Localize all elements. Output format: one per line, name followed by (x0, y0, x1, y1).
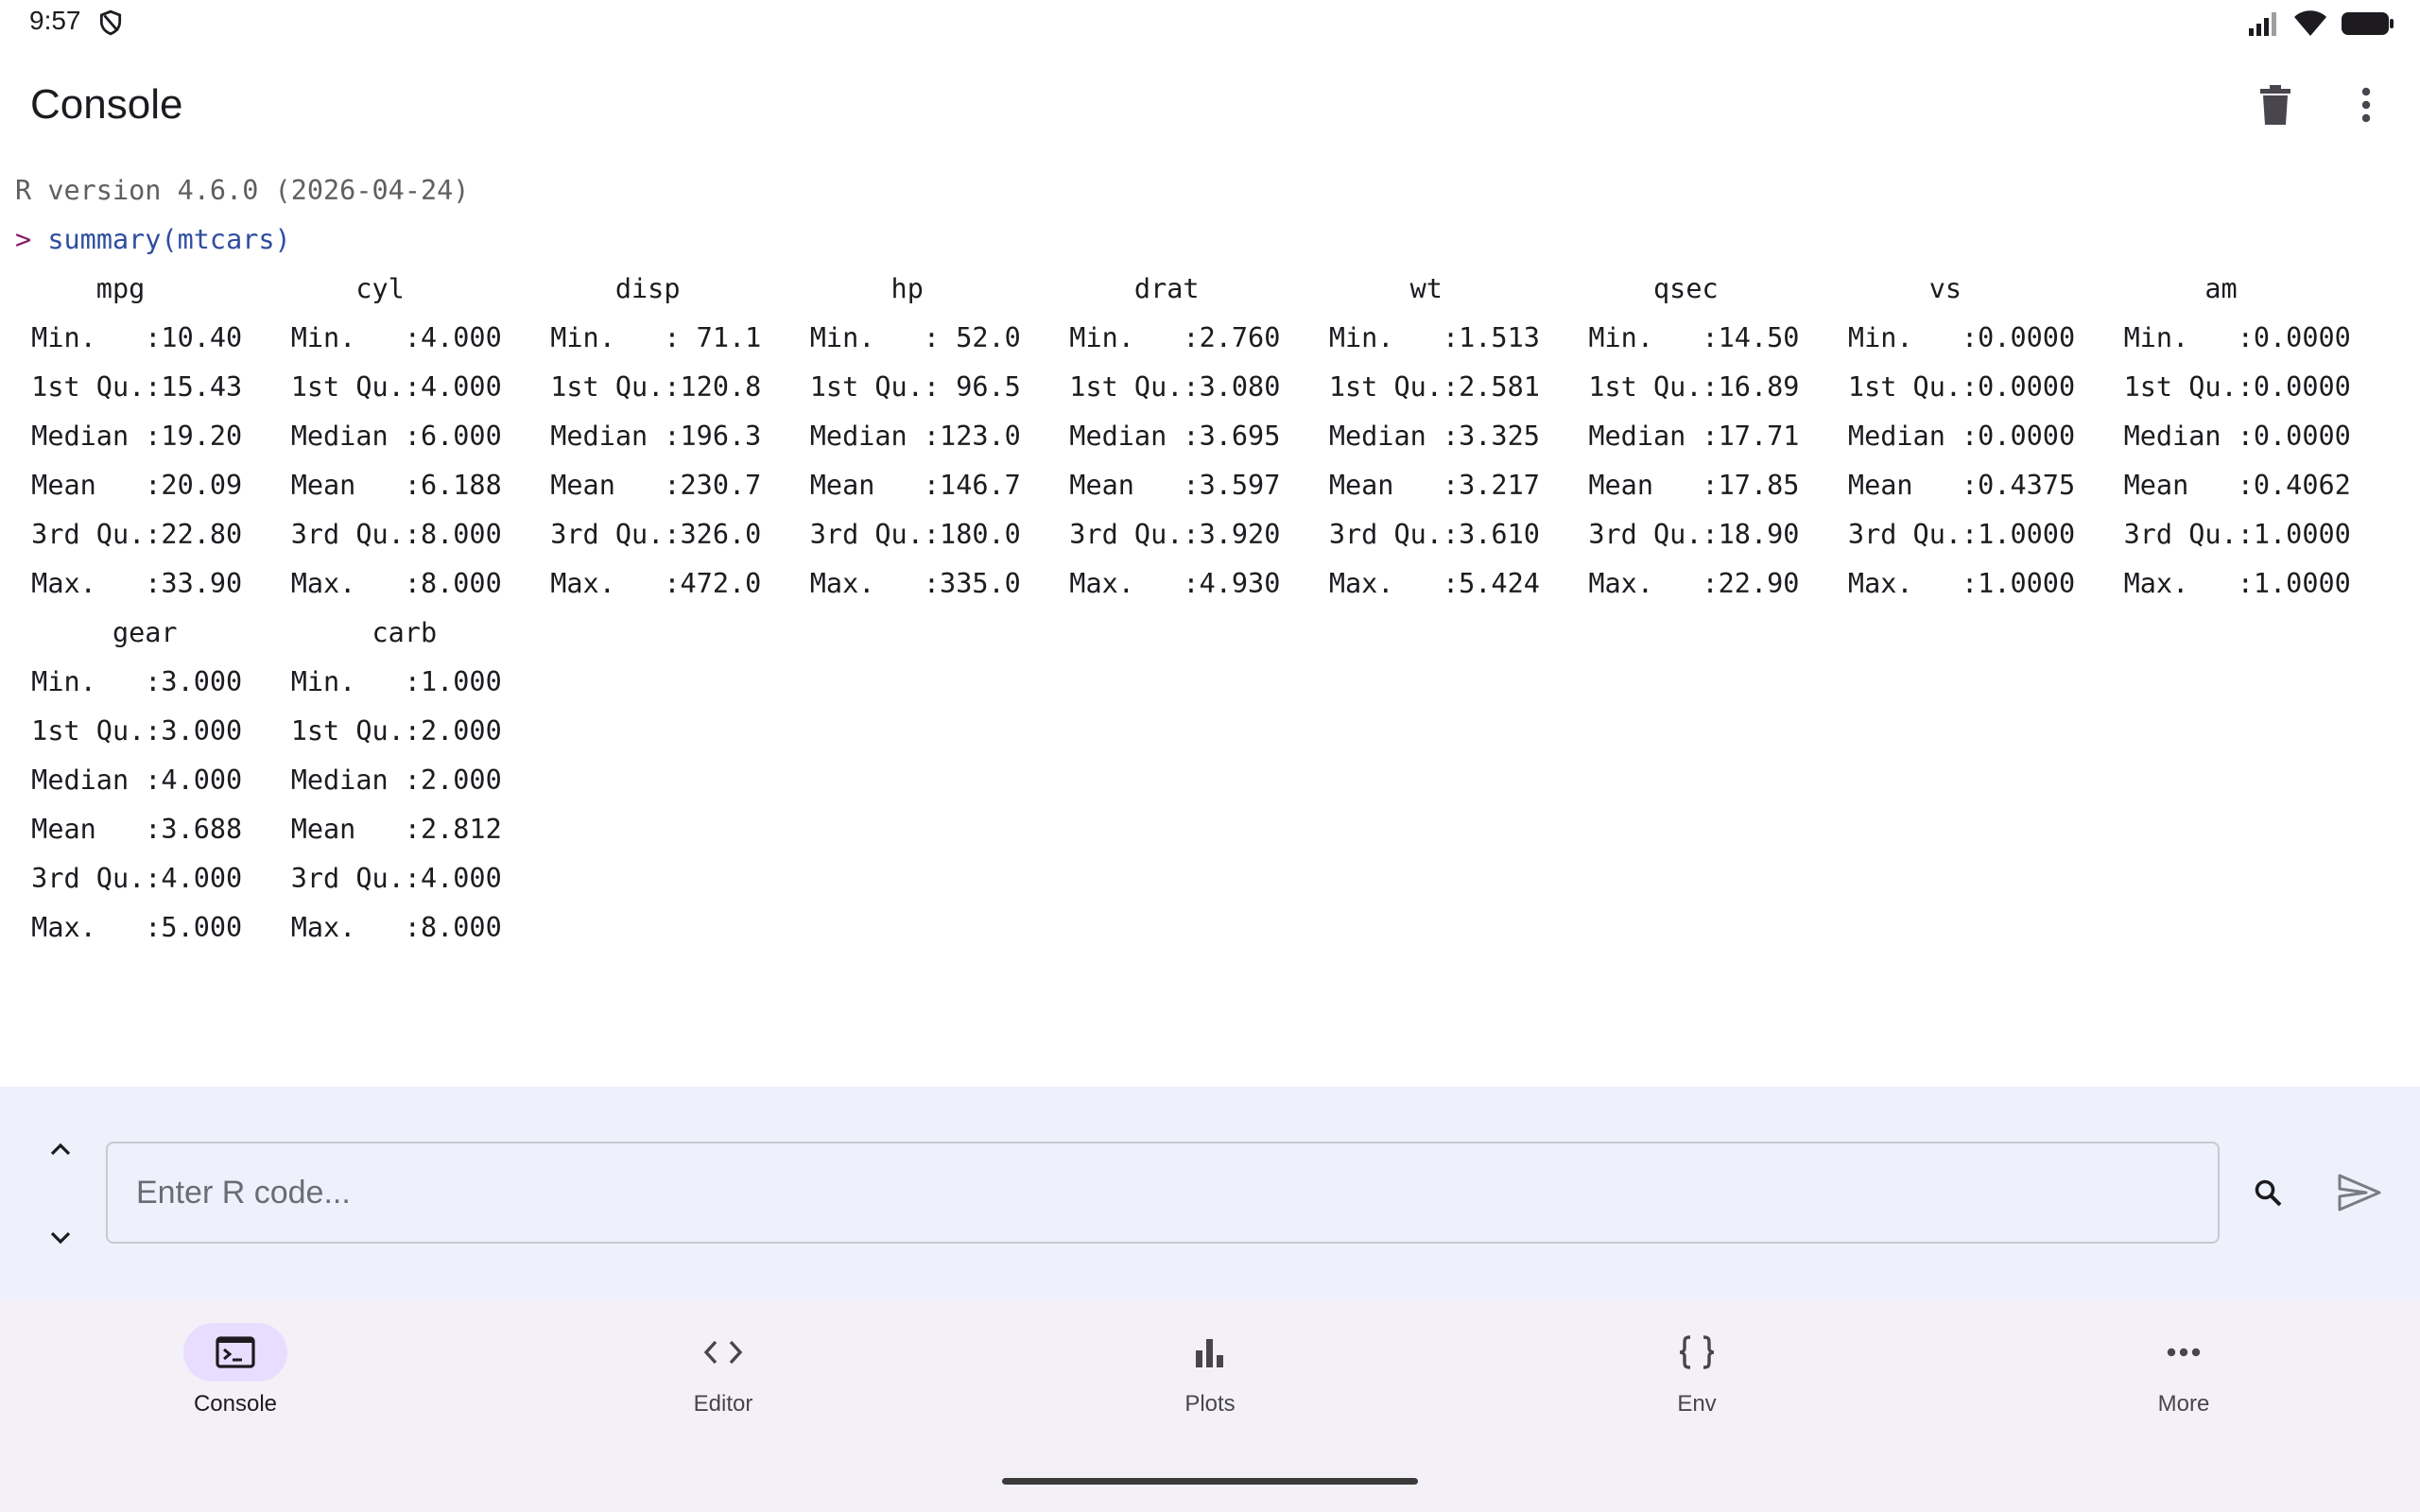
more-horizontal-icon (2167, 1348, 2201, 1357)
output-line: mpg cyl disp hp drat wt qsec vs am (15, 273, 2400, 304)
prompt-symbol: > (15, 224, 32, 255)
output-line: Mean :20.09 Mean :6.188 Mean :230.7 Mean… (15, 470, 2384, 501)
nav-plots[interactable]: Plots (1115, 1323, 1305, 1436)
chevron-up-icon (50, 1143, 71, 1156)
nav-editor[interactable]: Editor (629, 1323, 818, 1436)
nav-more-label: More (2157, 1391, 2210, 1417)
send-button[interactable] (2329, 1162, 2390, 1223)
home-indicator[interactable] (1002, 1478, 1418, 1485)
output-line: Max. :33.90 Max. :8.000 Max. :472.0 Max.… (15, 568, 2384, 599)
output-line: Median :19.20 Median :6.000 Median :196.… (15, 421, 2384, 452)
output-line: 3rd Qu.:4.000 3rd Qu.:4.000 (15, 863, 535, 894)
output-line: 3rd Qu.:22.80 3rd Qu.:8.000 3rd Qu.:326.… (15, 519, 2384, 550)
status-bar: 9:57 (0, 0, 2420, 47)
trash-icon (2260, 85, 2290, 125)
nav-more[interactable]: More (2089, 1323, 2278, 1436)
nav-more-indicator (2132, 1323, 2236, 1382)
code-icon (703, 1340, 743, 1365)
r-code-input[interactable] (106, 1142, 2220, 1244)
top-app-bar: Console (0, 47, 2420, 164)
overflow-menu-button[interactable] (2333, 72, 2399, 138)
console-output: R version 4.6.0 (2026-04-24) > summary(m… (15, 166, 2407, 1083)
nav-editor-indicator (671, 1323, 775, 1382)
battery-icon (2342, 12, 2394, 35)
braces-icon (1679, 1335, 1715, 1369)
console-input-area (0, 1087, 2420, 1300)
send-icon (2338, 1174, 2381, 1211)
shield-icon (99, 9, 122, 36)
signal-icon (2249, 12, 2276, 36)
status-time: 9:57 (29, 6, 81, 35)
nav-editor-label: Editor (693, 1391, 753, 1417)
search-button[interactable] (2240, 1165, 2295, 1220)
output-line: 1st Qu.:15.43 1st Qu.:4.000 1st Qu.:120.… (15, 371, 2384, 403)
search-icon (2255, 1179, 2282, 1207)
nav-plots-indicator (1158, 1323, 1262, 1382)
nav-env[interactable]: Env (1602, 1323, 1791, 1436)
nav-console[interactable]: Console (141, 1323, 330, 1436)
nav-env-indicator (1645, 1323, 1749, 1382)
chevron-down-icon (50, 1231, 71, 1245)
history-down-button[interactable] (36, 1213, 85, 1263)
nav-plots-label: Plots (1184, 1391, 1236, 1417)
more-vertical-icon (2361, 87, 2371, 123)
clear-console-button[interactable] (2242, 72, 2308, 138)
nav-console-indicator (183, 1323, 287, 1382)
bar-chart-icon (1196, 1339, 1223, 1367)
page-title: Console (30, 81, 183, 128)
output-line: 1st Qu.:3.000 1st Qu.:2.000 (15, 715, 535, 747)
nav-env-label: Env (1677, 1391, 1717, 1417)
output-line: Median :4.000 Median :2.000 (15, 765, 535, 796)
history-up-button[interactable] (36, 1125, 85, 1174)
output-line: Mean :3.688 Mean :2.812 (15, 814, 535, 845)
terminal-icon (216, 1336, 255, 1368)
command-text: summary(mtcars) (47, 224, 291, 255)
command-line: > summary(mtcars) (15, 215, 2407, 265)
output-line: Max. :5.000 Max. :8.000 (15, 912, 535, 943)
r-version-line: R version 4.6.0 (2026-04-24) (15, 175, 470, 206)
nav-console-label: Console (193, 1391, 278, 1417)
output-line: gear carb (15, 617, 535, 648)
output-line: Min. :10.40 Min. :4.000 Min. : 71.1 Min.… (15, 322, 2384, 353)
output-line: Min. :3.000 Min. :1.000 (15, 666, 535, 697)
wifi-icon (2294, 10, 2326, 36)
